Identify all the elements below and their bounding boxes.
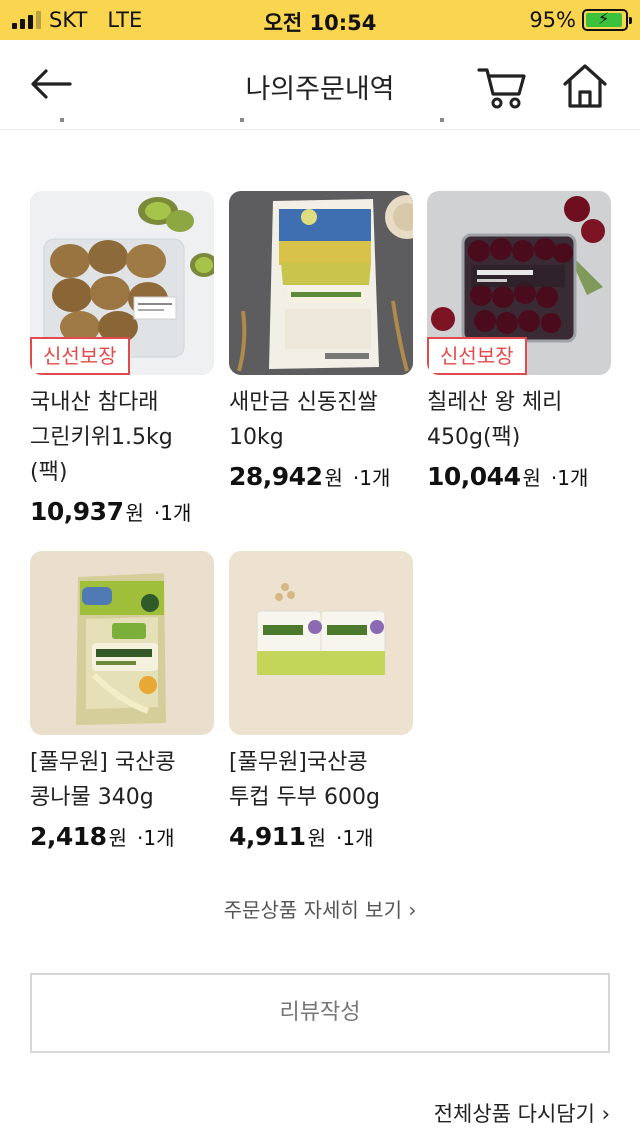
product-image-cherry[interactable]: 신선보장 [427, 191, 611, 375]
fresh-guarantee-badge: 신선보장 [30, 337, 130, 375]
price-amount: 10,044 [427, 462, 521, 491]
order-item-bean-sprouts[interactable]: [풀무원] 국산콩 콩나물 340g 2,418 원 ·1개 [30, 551, 214, 851]
back-button[interactable] [28, 62, 76, 106]
order-item-kiwi[interactable]: 신선보장 국내산 참다래 그린키위1.5kg (팩) 10,937 원 ·1개 [30, 191, 214, 526]
price-currency: 원 [324, 466, 343, 490]
product-quantity: ·1개 [335, 826, 374, 850]
product-image-rice[interactable] [229, 191, 413, 375]
status-bar: SKT LTE 오전 10:54 95% ⚡ [0, 0, 640, 40]
arrow-left-icon [31, 69, 72, 99]
previous-section-edge [0, 118, 640, 128]
product-quantity: ·1개 [153, 501, 192, 525]
price-amount: 2,418 [30, 822, 107, 851]
app-header: 나의주문내역 [0, 40, 640, 130]
order-item-tofu[interactable]: [풀무원]국산콩 투컵 두부 600g 4,911 원 ·1개 [229, 551, 413, 851]
product-name: 새만금 신동진쌀 10kg [229, 390, 378, 450]
product-price: 28,942 원 ·1개 [229, 462, 413, 491]
product-price: 10,937 원 ·1개 [30, 497, 214, 526]
write-review-button[interactable]: 리뷰작성 [30, 973, 610, 1053]
price-currency: 원 [108, 826, 127, 850]
fresh-guarantee-badge: 신선보장 [427, 337, 527, 375]
status-right: 95% ⚡ [529, 8, 632, 32]
cart-icon [477, 68, 526, 109]
readd-all-to-cart-link[interactable]: 전체상품 다시담기 › [434, 1098, 610, 1128]
price-amount: 4,911 [229, 822, 306, 851]
product-quantity: ·1개 [550, 466, 589, 490]
price-currency: 원 [307, 826, 326, 850]
price-amount: 10,937 [30, 497, 124, 526]
product-image-bean-sprouts[interactable] [30, 551, 214, 735]
price-amount: 28,942 [229, 462, 323, 491]
charging-bolt-icon: ⚡ [598, 9, 610, 28]
order-detail-link[interactable]: 주문상품 자세히 보기 › [0, 894, 640, 923]
product-price: 4,911 원 ·1개 [229, 822, 413, 851]
product-image-tofu[interactable] [229, 551, 413, 735]
order-item-cherry[interactable]: 신선보장 칠레산 왕 체리 450g(팩) 10,044 원 ·1개 [427, 191, 611, 491]
product-name: [풀무원] 국산콩 콩나물 340g [30, 750, 176, 810]
product-quantity: ·1개 [136, 826, 175, 850]
cart-button[interactable] [476, 62, 530, 110]
order-item-rice[interactable]: 새만금 신동진쌀 10kg 28,942 원 ·1개 [229, 191, 413, 491]
product-image-kiwi[interactable]: 신선보장 [30, 191, 214, 375]
home-icon [563, 64, 607, 108]
product-price: 2,418 원 ·1개 [30, 822, 214, 851]
price-currency: 원 [522, 466, 541, 490]
home-button[interactable] [560, 62, 610, 110]
product-price: 10,044 원 ·1개 [427, 462, 611, 491]
price-currency: 원 [125, 501, 144, 525]
product-name: 칠레산 왕 체리 450g(팩) [427, 390, 563, 450]
battery-icon: ⚡ [582, 9, 632, 31]
product-name: [풀무원]국산콩 투컵 두부 600g [229, 750, 380, 810]
battery-percent: 95% [529, 8, 576, 32]
page-title: 나의주문내역 [245, 74, 395, 105]
product-quantity: ·1개 [352, 466, 391, 490]
product-name: 국내산 참다래 그린키위1.5kg (팩) [30, 390, 173, 485]
